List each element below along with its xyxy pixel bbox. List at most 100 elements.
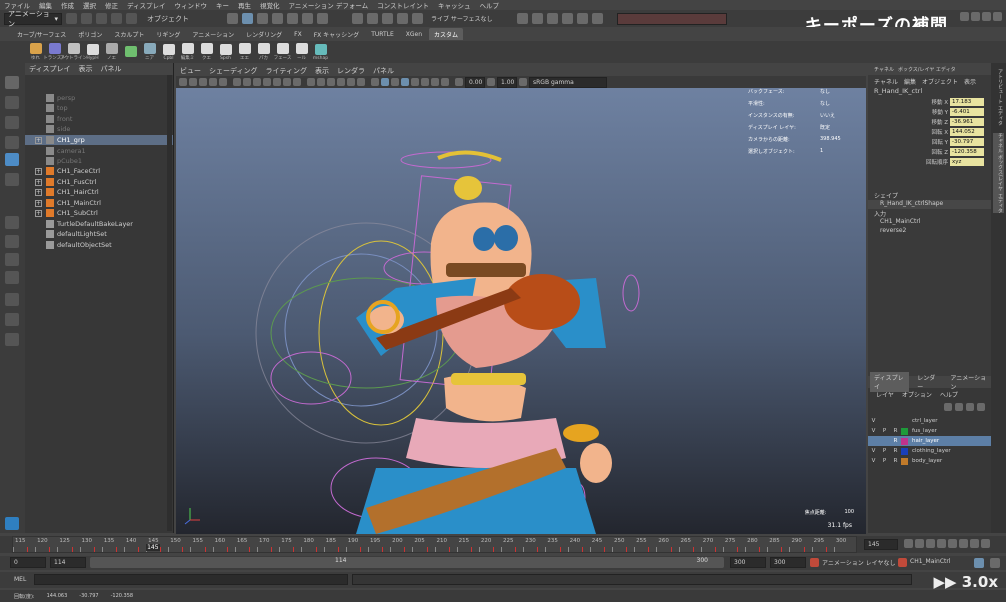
ipr-render-icon[interactable]	[561, 13, 573, 24]
viewport-menu-item[interactable]: ビュー	[180, 66, 201, 76]
film-gate-icon[interactable]	[243, 78, 251, 86]
hypershade-icon[interactable]	[591, 13, 603, 24]
shelf-button[interactable]: エエ	[237, 43, 252, 61]
xray-icon[interactable]	[381, 78, 389, 86]
wireframe-icon[interactable]	[307, 78, 315, 86]
layer-menu-help[interactable]: ヘルプ	[940, 390, 958, 399]
layer-color-swatch[interactable]	[901, 447, 908, 455]
layer-visibility-toggle[interactable]: V	[868, 458, 879, 464]
step-forward-frame-icon[interactable]	[959, 539, 968, 548]
shelf-button[interactable]: パカ	[256, 43, 271, 61]
outliner-item[interactable]: TurtleDefaultBakeLayer	[25, 219, 173, 229]
outliner-item[interactable]: camera1	[25, 146, 173, 156]
shelf-tab[interactable]: カーブ/サーフェス	[12, 28, 71, 40]
menu-item[interactable]: キー	[216, 0, 229, 10]
snap-view-icon[interactable]	[397, 13, 408, 24]
mask-edge-icon[interactable]	[287, 13, 298, 24]
outliner-item[interactable]: top	[25, 103, 173, 113]
layer-row[interactable]: V P Rfus_layer	[868, 426, 991, 436]
shelf-button[interactable]: ノエ	[104, 43, 119, 61]
anim-end-field[interactable]: 300	[770, 557, 806, 568]
menu-item[interactable]: 作成	[61, 0, 74, 10]
viewport-menu-item[interactable]: シェーディング	[209, 66, 258, 76]
shadows-icon[interactable]	[357, 78, 365, 86]
tab-channel-box[interactable]: チャネル	[874, 66, 894, 73]
shelf-button[interactable]: ニア	[142, 43, 157, 61]
shelf-button[interactable]: フェース	[274, 43, 291, 61]
viewport-menu-item[interactable]: パネル	[373, 66, 394, 76]
outliner-item[interactable]: + CH1_MainCtrl	[25, 198, 173, 208]
viewport-menu-item[interactable]: レンダラ	[337, 66, 365, 76]
channel-menu-show[interactable]: 表示	[964, 77, 976, 86]
input-item[interactable]: CH1_MainCtrl	[868, 218, 991, 227]
safe-action-icon[interactable]	[283, 78, 291, 86]
play-forwards-icon[interactable]	[948, 539, 957, 548]
outliner-item[interactable]: pCube1	[25, 156, 173, 166]
layer-visibility-toggle[interactable]: V	[868, 418, 879, 424]
textured-icon[interactable]	[337, 78, 345, 86]
gamma-field[interactable]: 1.00	[497, 76, 517, 88]
layer-menu-options[interactable]: オプション	[902, 390, 932, 399]
go-to-start-icon[interactable]	[904, 539, 913, 548]
layer-row[interactable]: Vctrl_layer	[868, 416, 991, 426]
move-layer-down-icon[interactable]	[955, 403, 963, 411]
shelf-button[interactable]: クエ	[199, 43, 214, 61]
step-back-frame-icon[interactable]	[926, 539, 935, 548]
character-set-label[interactable]: CH1_MainCtrl	[910, 558, 951, 565]
render-settings-icon[interactable]	[576, 13, 588, 24]
outliner-menu-item[interactable]: ディスプレイ	[29, 64, 71, 74]
channel-attribute[interactable]: 回転 Y -30.797	[868, 137, 991, 147]
outliner-item[interactable]: + CH1_grp	[25, 135, 173, 145]
mel-label[interactable]: MEL	[14, 576, 26, 583]
menu-set-dropdown[interactable]: アニメーション ▾	[4, 10, 62, 28]
channel-attribute-value[interactable]: 144.052	[950, 128, 984, 136]
anim-start-field[interactable]: 0	[10, 557, 46, 568]
channel-attribute-value[interactable]: -6.401	[950, 108, 984, 116]
channel-attribute[interactable]: 移動 Y -6.401	[868, 107, 991, 117]
xray-joints-icon[interactable]	[391, 78, 399, 86]
depth-of-field-icon[interactable]	[441, 78, 449, 86]
anti-aliasing-icon[interactable]	[431, 78, 439, 86]
layer-row[interactable]: V P Rbody_layer	[868, 456, 991, 466]
menu-item[interactable]: 再生	[238, 0, 251, 10]
step-forward-key-icon[interactable]	[970, 539, 979, 548]
safe-title-icon[interactable]	[293, 78, 301, 86]
channel-menu-channel[interactable]: チャネル	[874, 77, 898, 86]
shelf-tab[interactable]: カスタム	[429, 28, 464, 40]
scale-tool-icon[interactable]	[5, 173, 19, 186]
camera-attributes-icon[interactable]	[189, 78, 197, 86]
shelf-button[interactable]	[123, 46, 138, 58]
tab-attribute-editor[interactable]: アトリビュート エディタ	[993, 69, 1004, 126]
range-start-field[interactable]: 114	[50, 557, 86, 568]
outliner-menu-item[interactable]: 表示	[79, 64, 93, 74]
select-component-icon[interactable]	[257, 13, 268, 24]
render-view-icon[interactable]	[531, 13, 543, 24]
outliner-item[interactable]: + CH1_FusCtrl	[25, 177, 173, 187]
status-field[interactable]	[616, 12, 727, 25]
channel-menu-object[interactable]: オブジェクト	[922, 77, 958, 86]
channel-menu-edit[interactable]: 編集	[904, 77, 916, 86]
image-plane-icon[interactable]	[209, 78, 217, 86]
shelf-button[interactable]: ール	[294, 43, 309, 61]
ambient-occlusion-icon[interactable]	[411, 78, 419, 86]
four-view-icon[interactable]	[5, 235, 19, 248]
mask-vertex-icon[interactable]	[272, 13, 283, 24]
channel-attribute[interactable]: 回転 X 144.052	[868, 127, 991, 137]
move-tool-icon[interactable]	[5, 136, 19, 149]
range-end-field[interactable]: 300	[730, 557, 766, 568]
anim-layer-label[interactable]: アニメーション レイヤなし	[822, 558, 896, 567]
tab-layer-editor[interactable]: ボックス/レイヤ エディタ	[898, 66, 956, 73]
object-mode-label[interactable]: オブジェクト	[147, 14, 189, 24]
color-management-icon[interactable]	[519, 78, 527, 86]
layer-row[interactable]: V P Rclothing_layer	[868, 446, 991, 456]
outliner-item[interactable]: defaultLightSet	[25, 229, 173, 239]
auto-key-icon[interactable]	[974, 558, 984, 568]
menu-item[interactable]: 修正	[105, 0, 118, 10]
outliner-item[interactable]: side	[25, 124, 173, 134]
grid-icon[interactable]	[233, 78, 241, 86]
snap-surface-icon[interactable]	[412, 13, 423, 24]
anim-prefs-icon[interactable]	[990, 558, 1000, 568]
expand-toggle-icon[interactable]: +	[35, 136, 42, 144]
shelf-button[interactable]: アウトライン	[60, 43, 87, 61]
layer-color-swatch[interactable]	[901, 457, 908, 465]
